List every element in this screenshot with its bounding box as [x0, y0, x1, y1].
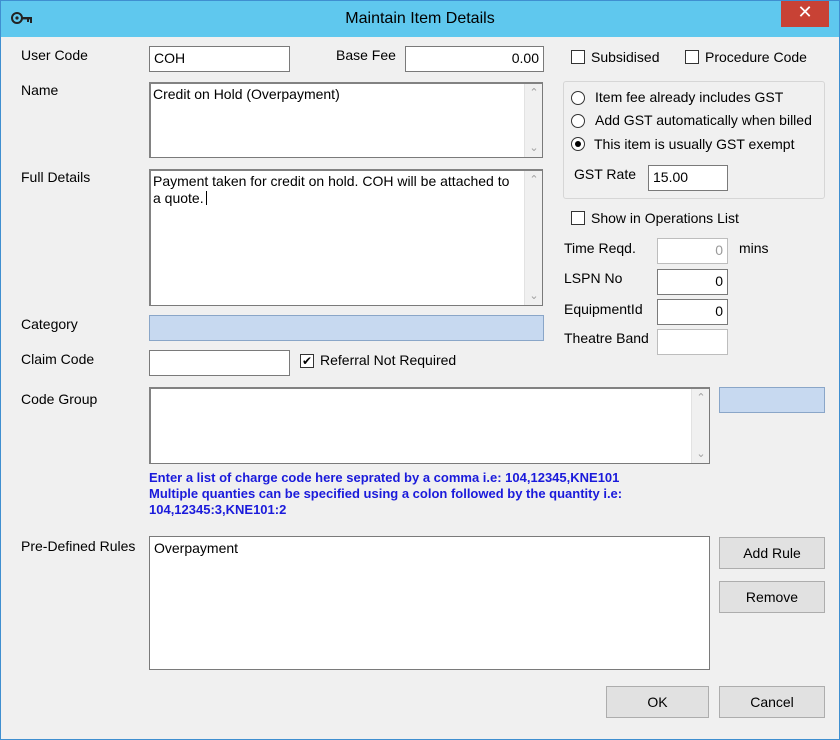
add-rule-button[interactable]: Add Rule — [719, 537, 825, 569]
maintain-item-details-window: Maintain Item Details ✕ User Code COH Ba… — [0, 0, 840, 740]
gst-option-includes-radio[interactable] — [571, 91, 585, 105]
code-group-label: Code Group — [21, 391, 98, 407]
base-fee-input[interactable]: 0.00 — [405, 46, 544, 72]
scroll-down-icon[interactable]: ⌄ — [692, 445, 709, 463]
ok-button[interactable]: OK — [606, 686, 709, 718]
show-in-operations-checkbox[interactable] — [571, 211, 585, 225]
scroll-up-icon[interactable]: ⌃ — [525, 171, 542, 189]
user-code-label: User Code — [21, 47, 88, 63]
cancel-button[interactable]: Cancel — [719, 686, 825, 718]
name-label: Name — [21, 82, 59, 98]
full-details-textarea[interactable]: Payment taken for credit on hold. COH wi… — [149, 169, 543, 306]
show-in-operations-label[interactable]: Show in Operations List — [591, 210, 739, 226]
close-icon: ✕ — [797, 2, 813, 23]
window-title: Maintain Item Details — [345, 10, 495, 27]
gst-rate-label: GST Rate — [574, 166, 636, 182]
subsidised-label[interactable]: Subsidised — [591, 49, 660, 65]
referral-not-required-checkbox[interactable]: ✔ — [300, 354, 314, 368]
name-textarea[interactable]: Credit on Hold (Overpayment) ⌃ ⌄ — [149, 82, 543, 158]
claim-code-label: Claim Code — [21, 351, 95, 367]
code-group-side-field[interactable] — [719, 387, 825, 413]
time-reqd-label: Time Reqd. — [564, 240, 636, 256]
gst-option-exempt-label[interactable]: This item is usually GST exempt — [594, 136, 794, 152]
equipment-id-input[interactable]: 0 — [657, 299, 728, 325]
lspn-no-input[interactable]: 0 — [657, 269, 728, 295]
predefined-rules-list[interactable]: Overpayment — [149, 536, 710, 670]
lspn-no-label: LSPN No — [564, 270, 623, 286]
category-select[interactable] — [149, 315, 544, 341]
code-group-textarea[interactable]: ⌃ ⌄ — [149, 387, 710, 464]
scroll-up-icon[interactable]: ⌃ — [692, 389, 709, 407]
close-button[interactable]: ✕ — [781, 1, 829, 27]
scroll-up-icon[interactable]: ⌃ — [525, 84, 542, 102]
time-reqd-input[interactable]: 0 — [657, 238, 728, 264]
name-text: Credit on Hold (Overpayment) — [153, 86, 340, 102]
code-group-hint-line2: Multiple quanties can be specified using… — [149, 486, 623, 517]
equipment-id-label: EquipmentId — [564, 301, 643, 317]
gst-option-exempt-radio[interactable] — [571, 137, 585, 151]
checkmark-icon: ✔ — [301, 354, 313, 368]
gst-option-includes-label[interactable]: Item fee already includes GST — [595, 89, 783, 105]
theatre-band-label: Theatre Band — [564, 330, 649, 346]
procedure-code-label[interactable]: Procedure Code — [705, 49, 807, 65]
text-caret — [205, 191, 207, 205]
code-group-scrollbar[interactable]: ⌃ ⌄ — [691, 389, 709, 463]
gst-option-add-label[interactable]: Add GST automatically when billed — [595, 112, 812, 128]
code-group-hint: Enter a list of charge code here seprate… — [149, 470, 689, 518]
gst-option-add-radio[interactable] — [571, 114, 585, 128]
category-label: Category — [21, 316, 78, 332]
full-details-label: Full Details — [21, 169, 91, 185]
base-fee-label: Base Fee — [336, 47, 396, 63]
title-bar[interactable]: Maintain Item Details ✕ — [1, 1, 839, 37]
full-details-scrollbar[interactable]: ⌃ ⌄ — [524, 171, 542, 305]
theatre-band-input[interactable] — [657, 329, 728, 355]
user-code-input[interactable]: COH — [149, 46, 290, 72]
code-group-hint-line1: Enter a list of charge code here seprate… — [149, 470, 620, 485]
name-scrollbar[interactable]: ⌃ ⌄ — [524, 84, 542, 157]
remove-button[interactable]: Remove — [719, 581, 825, 613]
scroll-down-icon[interactable]: ⌄ — [525, 139, 542, 157]
referral-not-required-label[interactable]: Referral Not Required — [320, 352, 456, 368]
gst-rate-input[interactable]: 15.00 — [648, 165, 728, 191]
list-item[interactable]: Overpayment — [154, 540, 705, 557]
time-reqd-unit: mins — [739, 240, 769, 256]
scroll-down-icon[interactable]: ⌄ — [525, 287, 542, 305]
predefined-rules-label: Pre-Defined Rules — [21, 538, 136, 554]
claim-code-input[interactable] — [149, 350, 290, 376]
subsidised-checkbox[interactable] — [571, 50, 585, 64]
procedure-code-checkbox[interactable] — [685, 50, 699, 64]
